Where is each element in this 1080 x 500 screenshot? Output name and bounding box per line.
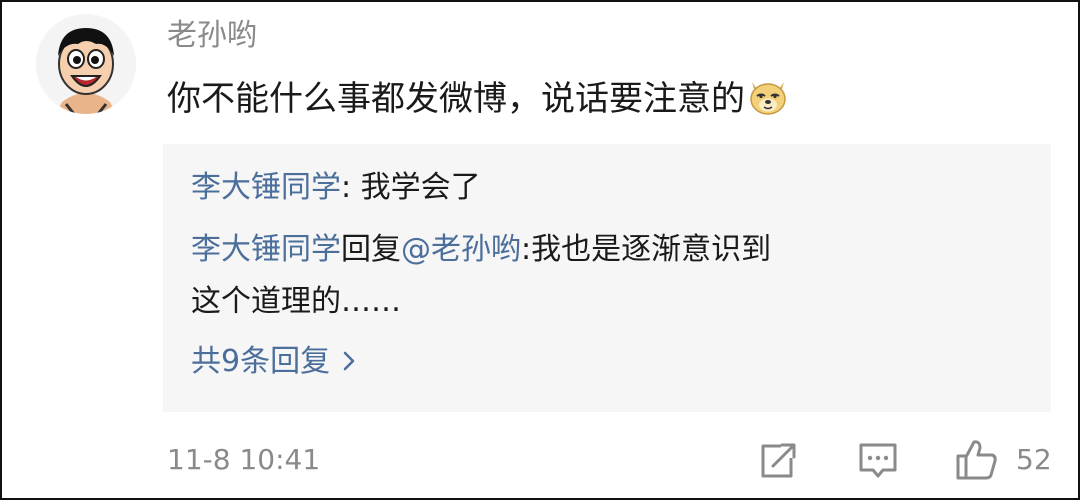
chevron-right-icon	[340, 344, 358, 371]
comment-button[interactable]	[857, 436, 899, 484]
like-icon	[956, 440, 997, 480]
view-all-replies-label: 共9条回复	[191, 344, 331, 379]
comment-username[interactable]: 老孙哟	[167, 16, 257, 56]
mention-link[interactable]: @老孙哟	[401, 232, 521, 267]
like-count: 52	[1016, 443, 1052, 476]
comment-icon	[859, 443, 897, 478]
comment-text-row: 你不能什么事都发微博，说话要注意的	[167, 76, 789, 122]
doge-emoji-icon	[747, 76, 789, 116]
comment-card: 老孙哟 你不能什么事都发微博，说话要注意的 李大锤同学: 我学会了 李大锤同学回…	[0, 0, 1080, 500]
view-all-replies-link[interactable]: 共9条回复	[191, 342, 358, 382]
reply-text-continued: 这个道理的……	[191, 284, 401, 319]
reply-separator: :	[341, 170, 361, 205]
reply-author-link[interactable]: 李大锤同学	[191, 232, 341, 267]
replies-preview[interactable]: 李大锤同学: 我学会了 李大锤同学回复@老孙哟:我也是逐渐意识到 这个道理的………	[163, 144, 1051, 412]
user-avatar[interactable]	[36, 14, 136, 114]
reply-text: 我学会了	[360, 170, 481, 205]
reply-item: 李大锤同学: 我学会了	[191, 168, 481, 208]
reply-verb: 回复	[341, 232, 401, 267]
reply-separator: :	[521, 232, 532, 267]
reply-author-link[interactable]: 李大锤同学	[191, 170, 341, 205]
comment-text: 你不能什么事都发微博，说话要注意的	[167, 79, 745, 119]
share-icon	[761, 443, 796, 478]
share-button[interactable]	[757, 436, 797, 484]
reply-item: 李大锤同学回复@老孙哟:我也是逐渐意识到	[191, 230, 771, 270]
like-button[interactable]: 52	[954, 436, 1054, 484]
reply-text: 我也是逐渐意识到	[531, 232, 772, 267]
cartoon-boy-avatar-icon	[36, 14, 136, 114]
comment-timestamp: 11-8 10:41	[167, 443, 321, 476]
